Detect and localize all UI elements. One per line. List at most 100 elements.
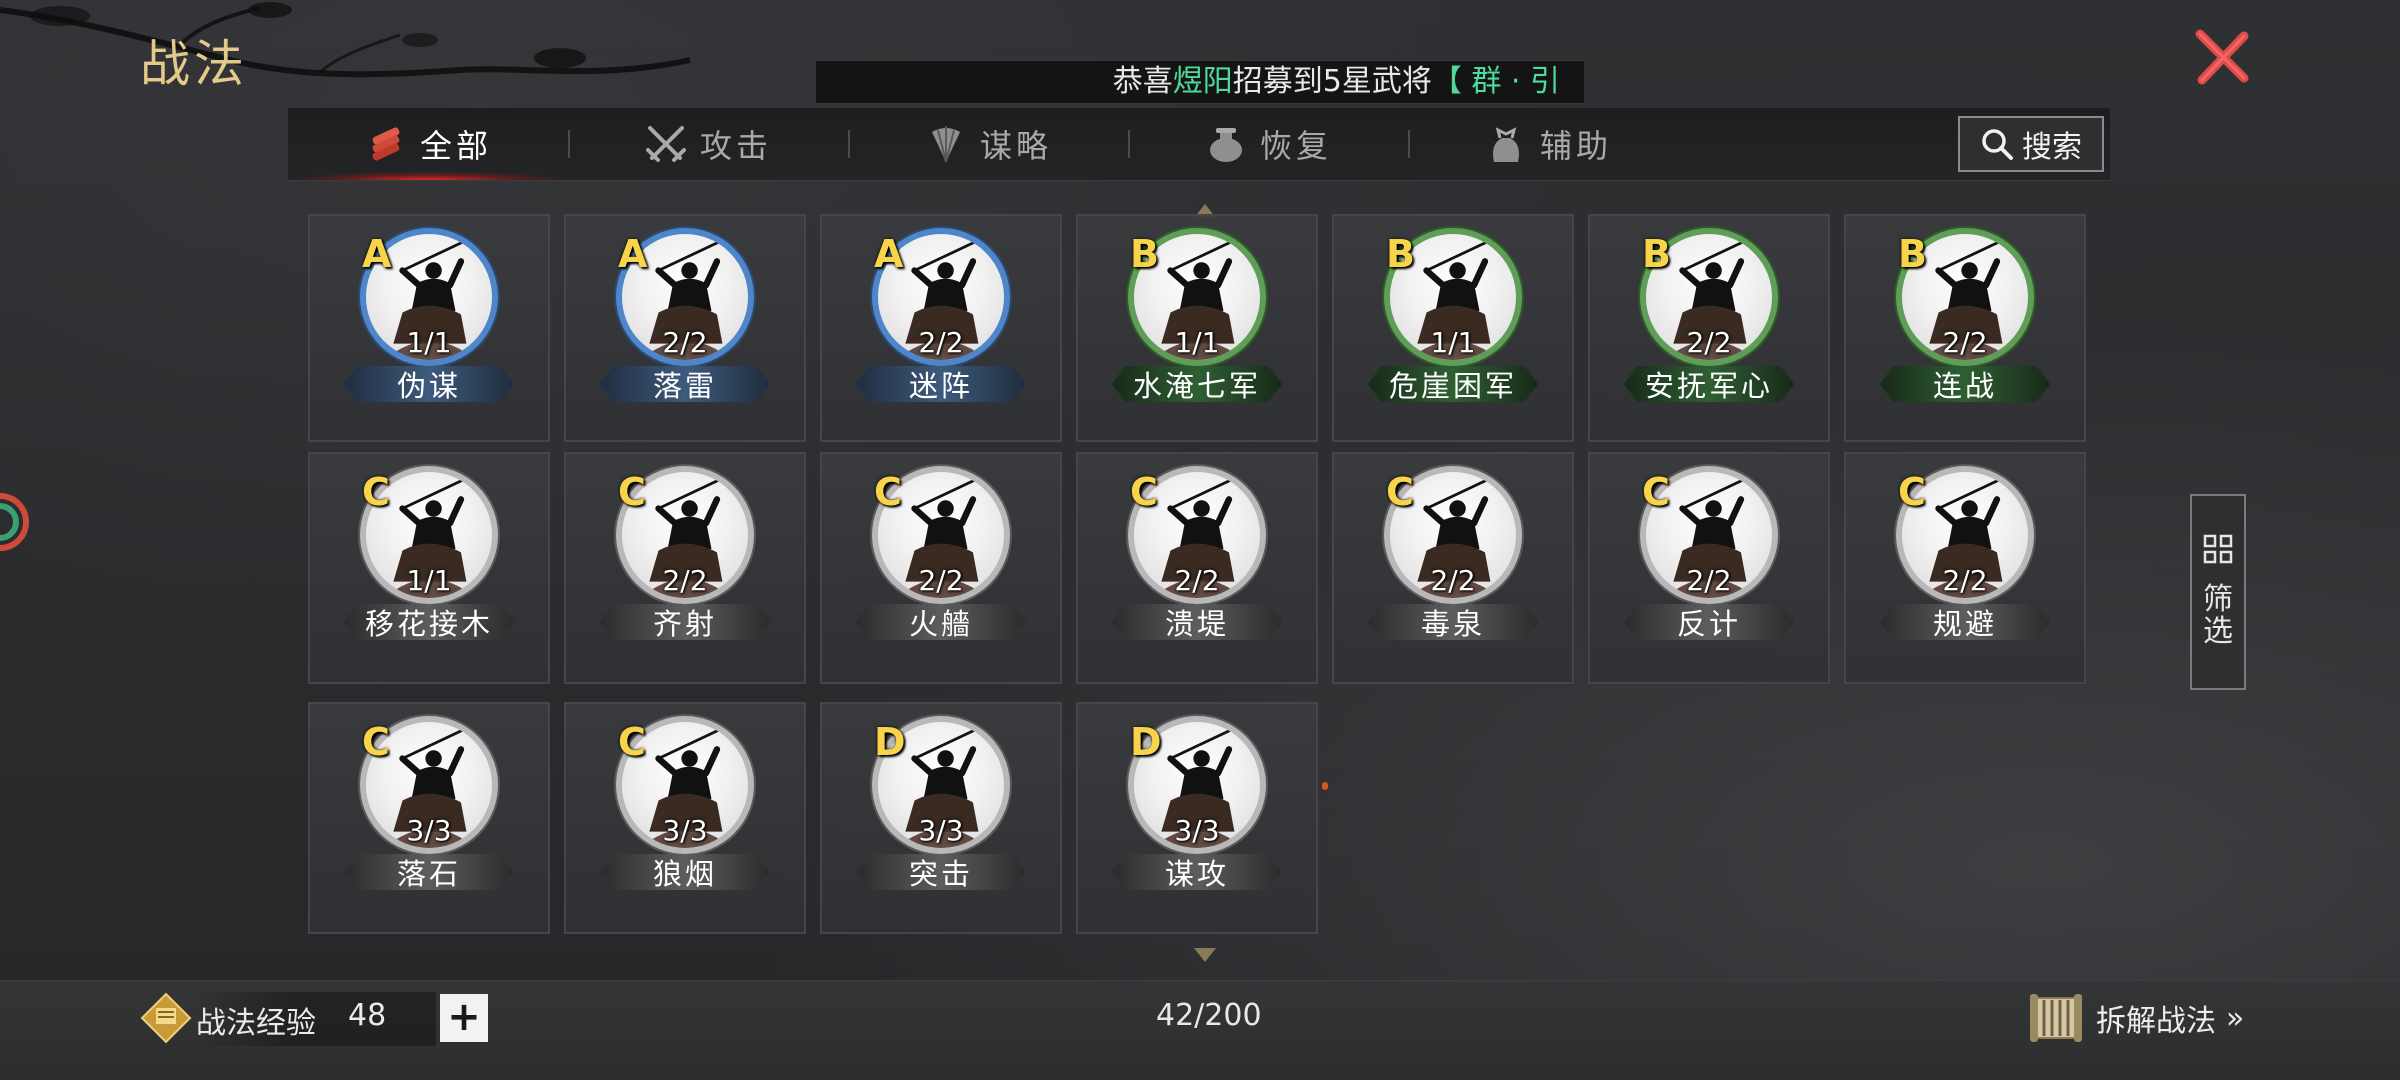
tactic-card[interactable]: C 2/2 溃堤	[1076, 452, 1318, 684]
tactic-name: 反计	[1624, 604, 1794, 640]
tactic-grade: B	[1386, 232, 1415, 276]
tactic-grade: C	[1642, 470, 1670, 514]
tactic-grade: C	[618, 470, 646, 514]
tactic-capacity: 42/200	[1156, 998, 1262, 1033]
tactic-card[interactable]: B 2/2 安抚军心	[1588, 214, 1830, 442]
tactic-grade: C	[362, 720, 390, 764]
decompose-tactics-button[interactable]: 拆解战法 »	[2026, 990, 2244, 1046]
tactic-card[interactable]: A 2/2 迷阵	[820, 214, 1062, 442]
tactic-grade: C	[1898, 470, 1926, 514]
tactic-name: 落石	[344, 854, 514, 890]
tactic-count: 1/1	[406, 564, 452, 597]
filter-label-1: 筛	[2203, 582, 2233, 617]
tab-label: 恢复	[1259, 127, 1332, 165]
tactic-name: 危崖困军	[1368, 366, 1538, 402]
tactic-grade: B	[1642, 232, 1671, 276]
ticker-general: 【 群 · 引	[1431, 64, 1560, 99]
medicine-pot-icon	[1209, 128, 1242, 162]
side-emblem-icon	[0, 493, 29, 551]
tactic-card[interactable]: C 3/3 狼烟	[564, 702, 806, 934]
tactic-card[interactable]: C 2/2 齐射	[564, 452, 806, 684]
tactic-count: 2/2	[1430, 564, 1476, 597]
tactic-card[interactable]: C 3/3 落石	[308, 702, 550, 934]
tactic-grade: C	[362, 470, 390, 514]
tactic-name: 规避	[1880, 604, 2050, 640]
tab-strategy[interactable]: 谋略	[848, 108, 1128, 180]
double-chevron-right-icon: »	[2226, 1000, 2245, 1036]
page-title: 战法	[140, 35, 248, 93]
category-tabbar: 全部 攻击 谋略 恢复 辅助	[288, 108, 2110, 181]
close-icon[interactable]	[2190, 26, 2254, 90]
tactic-card[interactable]: D 3/3 突击	[820, 702, 1062, 934]
crossed-swords-icon	[645, 126, 686, 162]
tactic-grade: A	[618, 232, 648, 276]
tactic-count: 2/2	[1686, 564, 1732, 597]
tactic-name: 落雷	[600, 366, 770, 402]
tactic-name: 连战	[1880, 366, 2050, 402]
tactic-grade: C	[1386, 470, 1414, 514]
announcement-ticker: 恭喜煜阳招募到5星武将【 群 · 引	[816, 60, 1584, 104]
pouch-icon	[1492, 127, 1519, 162]
ember-decoration	[1322, 782, 1328, 790]
tactic-grade: D	[874, 720, 906, 764]
tactic-exp-label: 战法经验	[196, 1006, 316, 1041]
tactic-name: 谋攻	[1112, 854, 1282, 890]
tactic-card[interactable]: C 1/1 移花接木	[308, 452, 550, 684]
tactic-grade: D	[1130, 720, 1162, 764]
tactic-card[interactable]: B 1/1 水淹七军	[1076, 214, 1318, 442]
tab-label: 全部	[419, 127, 492, 165]
tactic-card[interactable]: B 2/2 连战	[1844, 214, 2086, 442]
feather-fan-icon	[931, 126, 960, 163]
add-exp-button[interactable]: +	[440, 994, 488, 1042]
tactic-count: 3/3	[406, 814, 452, 847]
search-label: 搜索	[2022, 130, 2082, 165]
tactic-count: 2/2	[918, 326, 964, 359]
ticker-middle: 招募到5星武将	[1232, 64, 1432, 99]
tactic-count: 2/2	[662, 326, 708, 359]
tactic-count: 3/3	[662, 814, 708, 847]
tactics-screen: 战法 恭喜煜阳招募到5星武将【 群 · 引 全部 攻击 谋略 恢复 辅助 搜索 …	[0, 0, 2400, 1080]
tactic-card[interactable]: D 3/3 谋攻	[1076, 702, 1318, 934]
tactic-card[interactable]: A 1/1 伪谋	[308, 214, 550, 442]
tactic-card[interactable]: C 2/2 反计	[1588, 452, 1830, 684]
grid-filter-icon	[2203, 534, 2233, 564]
tactic-name: 狼烟	[600, 854, 770, 890]
ticker-player-name: 煜阳	[1172, 64, 1233, 99]
tactic-count: 2/2	[918, 564, 964, 597]
tactic-count: 1/1	[406, 326, 452, 359]
tactic-name: 溃堤	[1112, 604, 1282, 640]
tactic-count: 2/2	[1942, 326, 1988, 359]
filter-button[interactable]: 筛 选	[2190, 494, 2246, 690]
tactic-card[interactable]: A 2/2 落雷	[564, 214, 806, 442]
tactic-name: 突击	[856, 854, 1026, 890]
tactic-name: 毒泉	[1368, 604, 1538, 640]
tab-all[interactable]: 全部	[288, 108, 568, 180]
tactic-exp-value: 48	[348, 998, 387, 1033]
decompose-label: 拆解战法	[2096, 1004, 2216, 1039]
search-button[interactable]: 搜索	[1958, 116, 2104, 172]
tactic-name: 安抚军心	[1624, 366, 1794, 402]
scroll-icon	[2030, 994, 2082, 1042]
tactic-card[interactable]: C 2/2 毒泉	[1332, 452, 1574, 684]
tab-attack[interactable]: 攻击	[568, 108, 848, 180]
tactic-count: 2/2	[1686, 326, 1732, 359]
scroll-bundle-icon	[372, 127, 400, 161]
tactic-grade: C	[1130, 470, 1158, 514]
tab-recovery[interactable]: 恢复	[1128, 108, 1408, 180]
tactic-name: 伪谋	[344, 366, 514, 402]
tactic-count: 3/3	[1174, 814, 1220, 847]
tactic-count: 1/1	[1174, 326, 1220, 359]
tactic-grade: A	[874, 232, 904, 276]
tactic-count: 2/2	[1174, 564, 1220, 597]
tactic-name: 移花接木	[344, 604, 514, 640]
tab-label: 谋略	[979, 127, 1052, 165]
tactic-count: 2/2	[662, 564, 708, 597]
tactic-card[interactable]: C 2/2 规避	[1844, 452, 2086, 684]
tactic-card[interactable]: C 2/2 火艢	[820, 452, 1062, 684]
tab-support[interactable]: 辅助	[1408, 108, 1688, 180]
tactic-name: 齐射	[600, 604, 770, 640]
tactic-card[interactable]: B 1/1 危崖困军	[1332, 214, 1574, 442]
search-icon	[1982, 129, 2013, 160]
tactic-count: 3/3	[918, 814, 964, 847]
tactic-grade: C	[874, 470, 902, 514]
